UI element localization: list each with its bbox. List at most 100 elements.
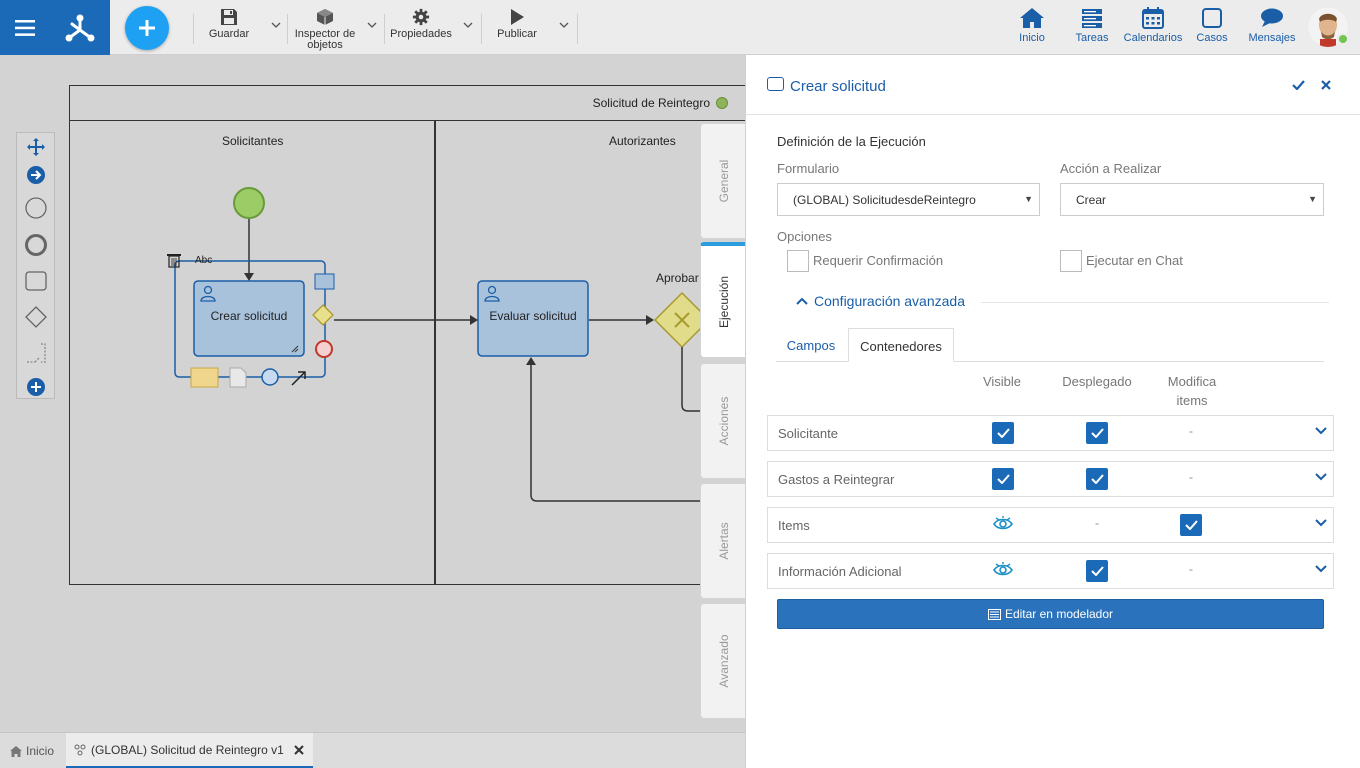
append-data-object-icon[interactable]: [229, 367, 247, 388]
tab-avanzado[interactable]: Avanzado: [700, 603, 746, 719]
diagram-canvas[interactable]: Solicitud de Reintegro Solicitantes Auto…: [0, 55, 749, 732]
close-icon[interactable]: [294, 744, 304, 755]
sequence-flow[interactable]: [530, 361, 700, 502]
visibility-condition-icon[interactable]: [993, 515, 1013, 533]
app-logo[interactable]: [50, 0, 110, 55]
close-icon[interactable]: [1321, 80, 1331, 90]
accion-select[interactable]: Crear ▼: [1060, 183, 1324, 216]
process-icon: [74, 744, 86, 755]
trash-icon[interactable]: [167, 254, 181, 268]
chevron-down-icon[interactable]: [1315, 427, 1327, 435]
tab-contenedores[interactable]: Contenedores: [848, 328, 954, 362]
desplegado-checkbox[interactable]: [1086, 422, 1108, 444]
top-bar: Guardar Inspector de objetos Propiedades…: [0, 0, 1360, 55]
home-icon: [10, 745, 22, 757]
accion-label: Acción a Realizar: [1060, 161, 1162, 176]
save-button[interactable]: Guardar: [203, 8, 255, 40]
lane-tool[interactable]: [25, 342, 47, 364]
inner-tabs: Campos Contenedores: [776, 328, 1324, 362]
more-tools[interactable]: [25, 376, 47, 398]
chevron-down-icon[interactable]: [367, 22, 377, 29]
bottom-tab-inicio[interactable]: Inicio: [0, 733, 65, 768]
col-desplegado: Desplegado: [1062, 374, 1132, 389]
requerir-confirmacion-checkbox[interactable]: [787, 250, 809, 272]
append-end-event-icon[interactable]: [315, 340, 333, 358]
task-evaluar-label: Evaluar solicitud: [489, 309, 577, 323]
confirm-check-icon[interactable]: [1292, 80, 1305, 90]
properties-button[interactable]: Propiedades: [388, 8, 454, 40]
formulario-select[interactable]: (GLOBAL) SolicitudesdeReintegro ▼: [777, 183, 1040, 216]
table-row[interactable]: Información Adicional -: [767, 553, 1334, 589]
opciones-label: Opciones: [777, 229, 832, 244]
start-event[interactable]: [233, 187, 265, 219]
modifica-checkbox[interactable]: [1180, 514, 1202, 536]
append-task-icon[interactable]: [314, 273, 335, 290]
table-row[interactable]: Items -: [767, 507, 1334, 543]
tab-general[interactable]: General: [700, 123, 746, 239]
nav-mensajes[interactable]: Mensajes: [1246, 7, 1298, 44]
chevron-down-icon[interactable]: [1315, 519, 1327, 527]
table-row[interactable]: Gastos a Reintegrar -: [767, 461, 1334, 497]
menu-button[interactable]: [0, 0, 50, 55]
visibility-condition-icon[interactable]: [993, 561, 1013, 579]
task-tool[interactable]: [25, 270, 47, 292]
save-icon: [221, 9, 237, 25]
modifica-value: -: [1189, 562, 1193, 576]
connect-tool[interactable]: [25, 164, 47, 186]
ejecutar-chat-checkbox[interactable]: [1060, 250, 1082, 272]
visible-checkbox[interactable]: [992, 468, 1014, 490]
formulario-label: Formulario: [777, 161, 840, 176]
chevron-down-icon[interactable]: [559, 22, 569, 29]
row-name: Items: [778, 518, 810, 533]
process-diagram: [167, 187, 711, 502]
tab-campos[interactable]: Campos: [776, 328, 846, 362]
connect-arrow-icon[interactable]: [291, 371, 306, 386]
edit-in-modeler-button[interactable]: Editar en modelador: [777, 599, 1324, 629]
tab-alertas[interactable]: Alertas: [700, 483, 746, 599]
move-tool[interactable]: [25, 136, 47, 158]
desplegado-checkbox[interactable]: [1086, 468, 1108, 490]
text-edit-tool[interactable]: Abc: [195, 255, 212, 266]
nav-calendarios[interactable]: Calendarios: [1122, 7, 1184, 44]
check-icon: [1090, 428, 1104, 438]
sequence-flow[interactable]: [681, 347, 700, 412]
nav-inicio[interactable]: Inicio: [1012, 7, 1052, 44]
arrow-head: [526, 357, 536, 365]
chevron-down-icon[interactable]: [463, 22, 473, 29]
ejecutar-chat-label: Ejecutar en Chat: [1086, 253, 1183, 268]
toolbar-separator: [577, 14, 578, 44]
chevron-down-icon[interactable]: [271, 22, 281, 29]
append-gateway-icon[interactable]: [312, 304, 334, 326]
play-icon: [511, 9, 524, 25]
gateway-tool[interactable]: [25, 306, 47, 328]
tab-acciones[interactable]: Acciones: [700, 363, 746, 479]
tasks-icon: [1082, 9, 1102, 28]
object-inspector-button[interactable]: Inspector de objetos: [292, 8, 358, 51]
panel-title: Crear solicitud: [790, 78, 886, 95]
move-icon: [27, 138, 45, 156]
logo-icon: [65, 14, 95, 41]
nav-tareas[interactable]: Tareas: [1070, 7, 1114, 44]
arrow-head: [244, 273, 254, 281]
advanced-config-toggle[interactable]: Configuración avanzada: [796, 293, 965, 309]
col-modifica-items: Modifica items: [1167, 374, 1217, 408]
gear-icon: [412, 8, 430, 26]
modeler-icon: [987, 608, 1001, 620]
bottom-tab-process[interactable]: (GLOBAL) Solicitud de Reintegro v1: [66, 733, 313, 768]
task-icon: [767, 77, 784, 91]
tab-ejecucion[interactable]: Ejecución: [700, 242, 746, 358]
table-row[interactable]: Solicitante -: [767, 415, 1334, 451]
publish-button[interactable]: Publicar: [490, 8, 544, 40]
end-event-tool[interactable]: [25, 234, 47, 256]
append-intermediate-event-icon[interactable]: [261, 368, 279, 386]
plus-circle-icon: [27, 378, 45, 396]
add-button[interactable]: [125, 6, 169, 50]
chevron-down-icon[interactable]: [1315, 473, 1327, 481]
append-annotation-icon[interactable]: [190, 367, 219, 388]
nav-casos[interactable]: Casos: [1193, 7, 1231, 44]
desplegado-checkbox[interactable]: [1086, 560, 1108, 582]
chevron-down-icon[interactable]: [1315, 565, 1327, 573]
visible-checkbox[interactable]: [992, 422, 1014, 444]
start-event-tool[interactable]: [25, 197, 47, 219]
check-icon: [1184, 520, 1198, 530]
